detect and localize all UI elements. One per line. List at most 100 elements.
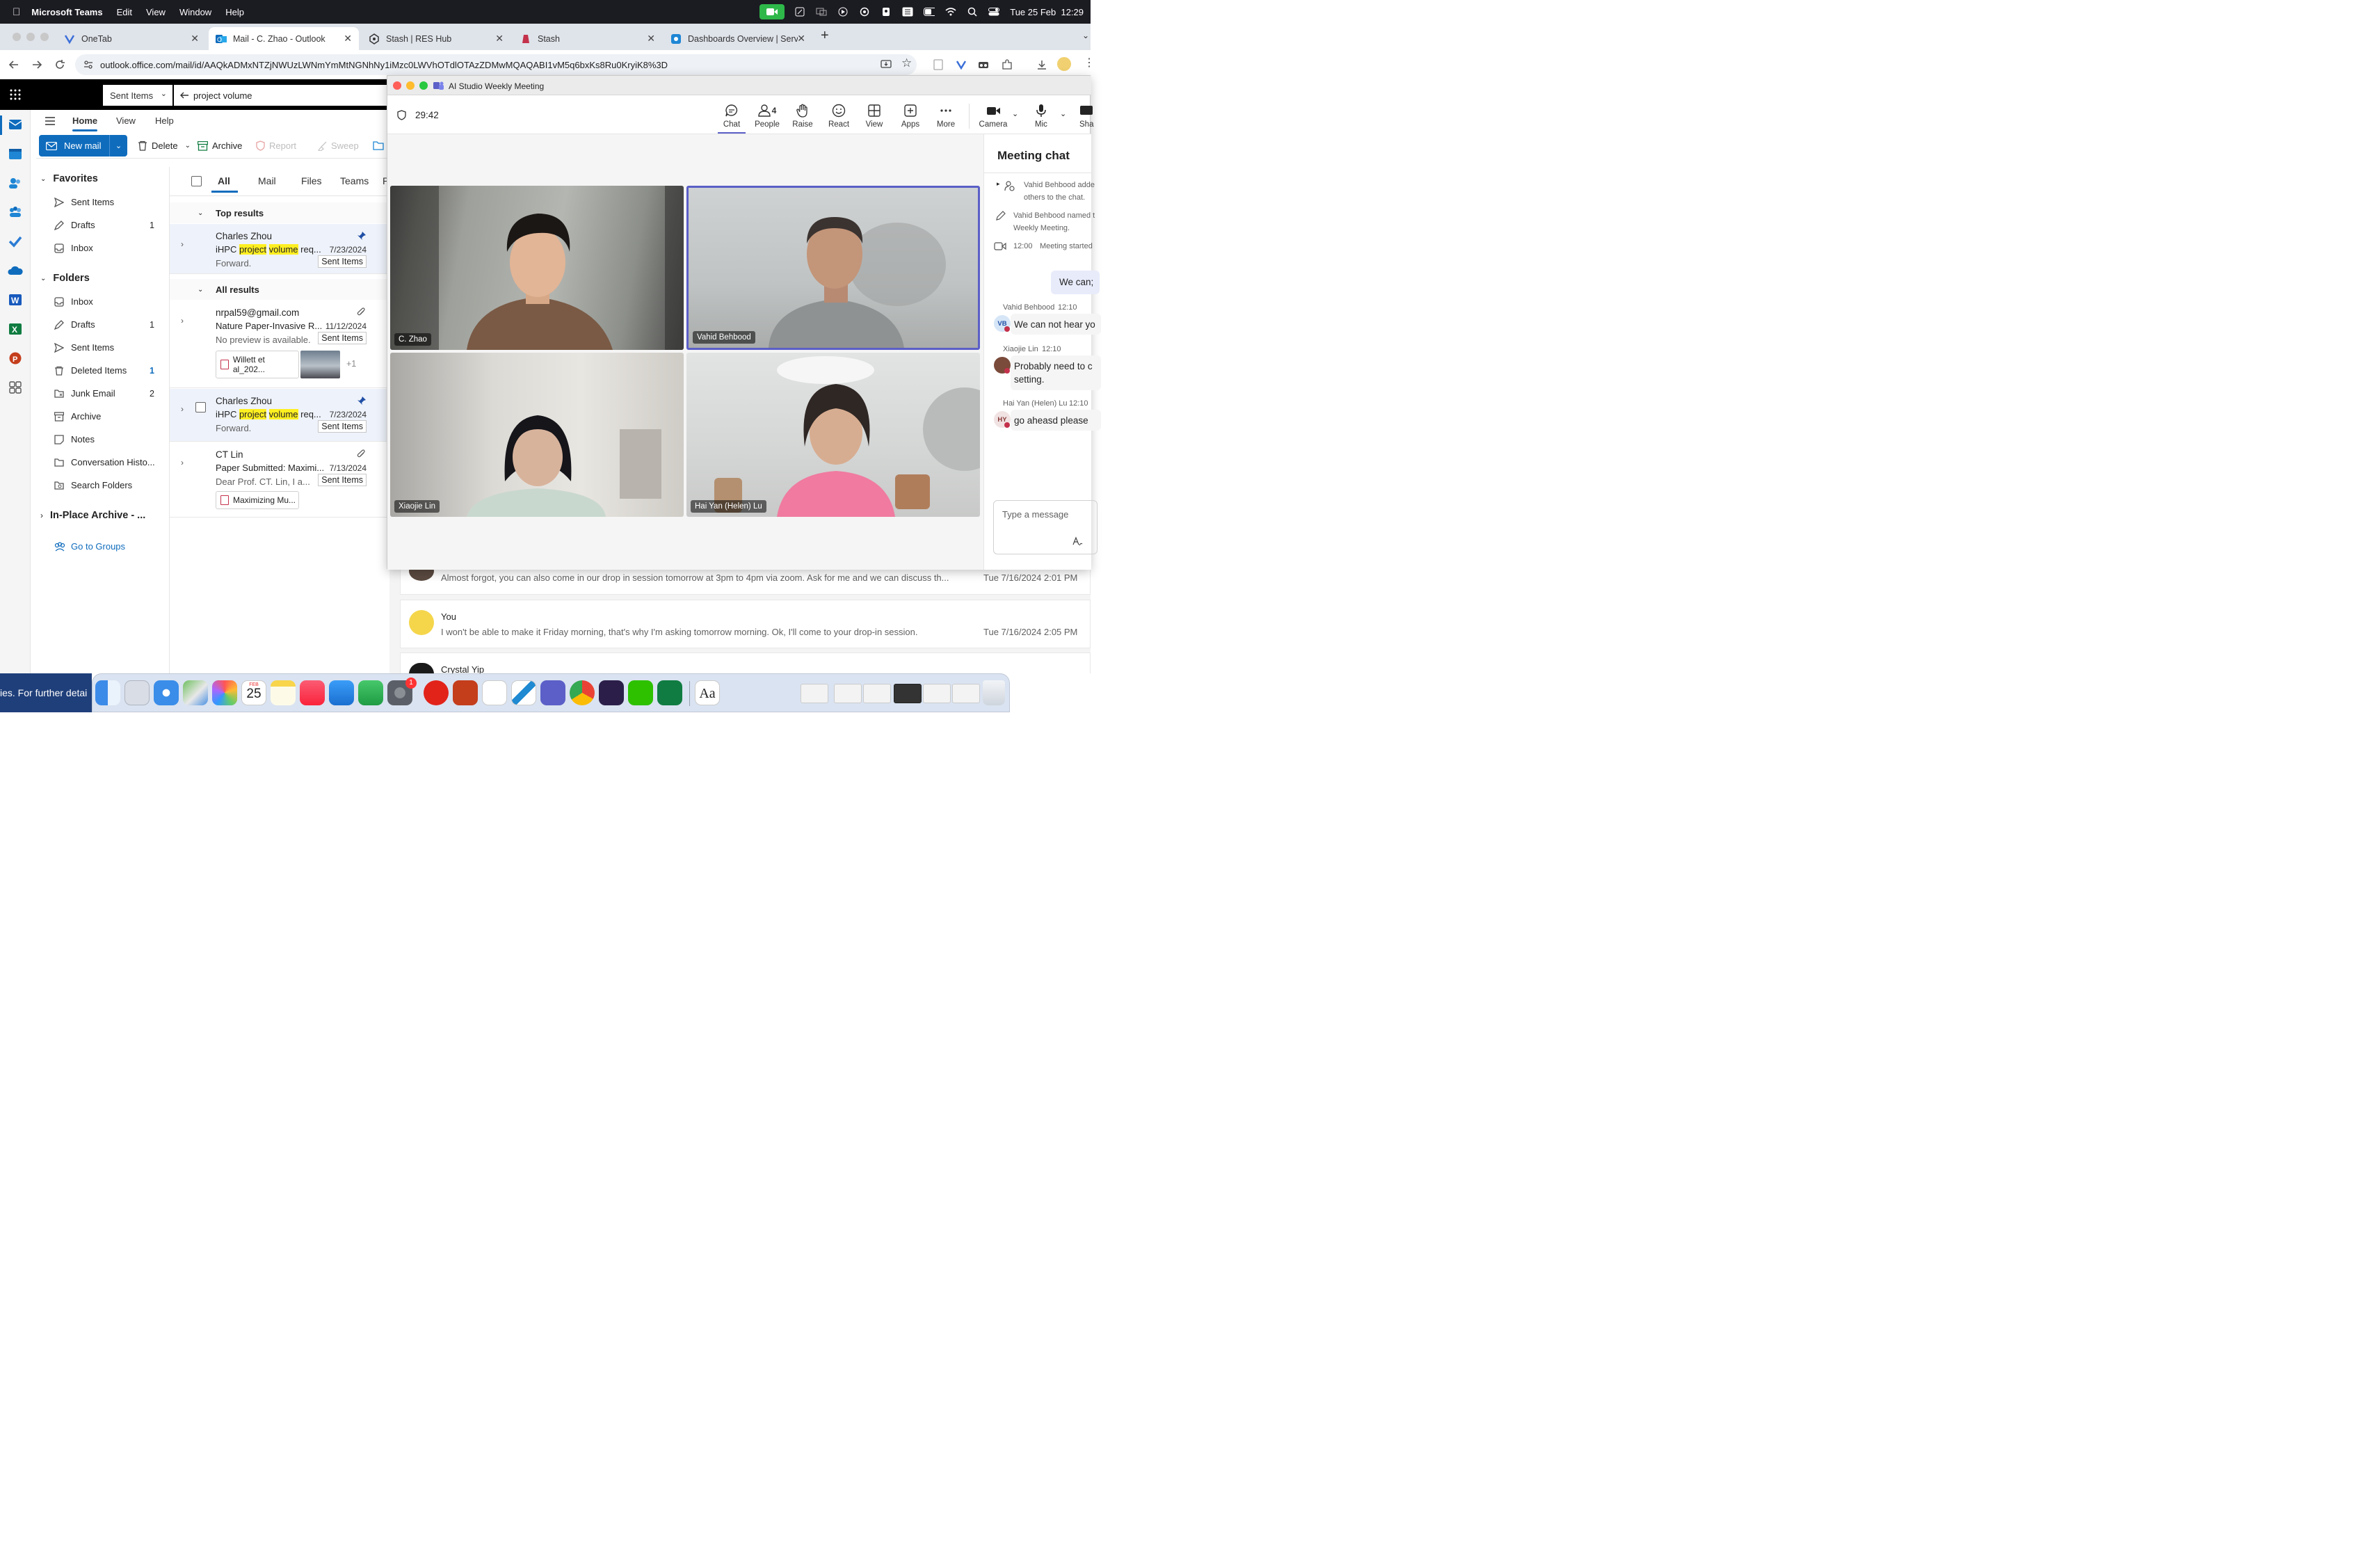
extensions-puzzle-icon[interactable] — [1002, 59, 1013, 70]
tab-all[interactable]: All — [218, 175, 230, 186]
delete-button[interactable]: Delete ⌄ — [138, 141, 191, 151]
spotlight-search-icon[interactable] — [967, 7, 978, 17]
tab-mail[interactable]: Mail — [258, 175, 276, 186]
top-results-header[interactable]: ⌄ Top results — [170, 202, 390, 223]
new-tab-icon[interactable]: + — [821, 28, 829, 44]
video-tile[interactable]: Xiaojie Lin — [390, 353, 684, 517]
message-row[interactable]: › Charles Zhou iHPC project volume req..… — [170, 224, 390, 274]
hamburger-menu-icon[interactable] — [45, 117, 56, 125]
close-tab-icon[interactable]: ✕ — [495, 33, 504, 45]
video-tile[interactable]: Hai Yan (Helen) Lu — [686, 353, 980, 517]
minimized-window-1[interactable] — [801, 684, 828, 703]
extension-v-icon[interactable] — [956, 59, 967, 70]
search-scope-select[interactable]: Sent Items ⌄ — [103, 85, 172, 106]
favorite-drafts[interactable]: Drafts 1 — [54, 220, 170, 230]
apps-button[interactable]: Apps — [894, 104, 926, 129]
folder-sent-items[interactable]: Sent Items — [54, 342, 170, 353]
expand-chevron-icon[interactable]: › — [181, 458, 184, 467]
extension-incognito-icon[interactable] — [978, 59, 989, 70]
minimized-window-2[interactable] — [834, 684, 862, 703]
input-method-icon[interactable] — [902, 7, 913, 17]
tab-teams[interactable]: Teams — [340, 175, 369, 186]
powerpoint-icon[interactable]: P — [8, 352, 22, 365]
expand-chevron-icon[interactable]: › — [181, 404, 184, 414]
favorite-sent-items[interactable]: Sent Items — [54, 197, 170, 207]
downloads-icon[interactable] — [1036, 59, 1047, 70]
close-window-button[interactable] — [393, 81, 401, 90]
more-apps-icon[interactable] — [8, 381, 22, 394]
tab-dashboards[interactable]: Dashboards Overview | Servic ✕ — [664, 27, 812, 50]
folder-drafts[interactable]: Drafts 1 — [54, 319, 170, 330]
excel-icon[interactable]: X — [8, 323, 22, 335]
notes-app-icon[interactable] — [271, 680, 296, 705]
close-tab-icon[interactable]: ✕ — [191, 33, 199, 45]
zoom-window-button[interactable] — [419, 81, 428, 90]
site-info-icon[interactable] — [83, 60, 93, 70]
tab-onetab[interactable]: OneTab ✕ — [57, 27, 206, 50]
dictionary-icon[interactable]: Aa — [695, 680, 720, 705]
reading-message-card[interactable]: You I won't be able to make it Friday mo… — [400, 600, 1091, 648]
folder-tag[interactable]: Sent Items — [318, 332, 367, 344]
in-place-archive-header[interactable]: › In-Place Archive - ... — [40, 510, 145, 521]
mic-options-chevron[interactable]: ⌄ — [1060, 109, 1066, 118]
folder-search-folders[interactable]: Search Folders — [54, 480, 170, 490]
obsidian-icon[interactable] — [599, 680, 624, 705]
message-row[interactable]: › Charles Zhou iHPC project volume req..… — [170, 389, 390, 442]
sweep-button[interactable]: Sweep — [317, 141, 359, 151]
pen-tool-icon[interactable] — [794, 7, 805, 17]
tab-search-icon[interactable]: ⌄ — [1082, 31, 1089, 40]
share-button[interactable]: Sha — [1069, 104, 1097, 129]
wifi-icon[interactable] — [945, 7, 956, 17]
safari-icon[interactable] — [154, 680, 179, 705]
attachment-thumbnail[interactable] — [300, 351, 340, 378]
menubar-view[interactable]: View — [146, 7, 166, 17]
todo-icon[interactable] — [8, 235, 22, 248]
url-bar[interactable]: outlook.office.com/mail/id/AAQkADMxNTZjN… — [75, 54, 917, 75]
camera-button[interactable]: Camera — [977, 104, 1009, 129]
folder-tag[interactable]: Sent Items — [318, 255, 367, 268]
view-button[interactable]: View — [858, 104, 890, 129]
trash-bin-icon[interactable] — [983, 680, 1005, 705]
reading-message-card[interactable]: Crystal Yip — [400, 652, 1091, 675]
message-row[interactable]: › nrpal59@gmail.com Nature Paper-Invasiv… — [170, 301, 390, 388]
close-tab-icon[interactable]: ✕ — [344, 33, 352, 45]
minimized-window-4[interactable] — [894, 684, 922, 703]
message-checkbox[interactable] — [195, 402, 206, 412]
finder-icon[interactable] — [95, 680, 120, 705]
search-input[interactable]: project volume — [174, 85, 389, 106]
pin-icon[interactable] — [357, 396, 367, 406]
archive-button[interactable]: Archive — [198, 141, 242, 151]
numbers-icon[interactable] — [358, 680, 383, 705]
menubar-app-name[interactable]: Microsoft Teams — [31, 7, 102, 17]
keynote-icon[interactable] — [329, 680, 354, 705]
camera-in-use-icon[interactable] — [759, 4, 785, 19]
back-arrow-icon[interactable] — [179, 90, 189, 100]
chevron-down-icon[interactable]: ⌄ — [185, 142, 191, 150]
ribbon-tab-home[interactable]: Home — [72, 115, 97, 126]
onedrive-icon[interactable] — [8, 266, 23, 275]
mail-icon[interactable] — [8, 118, 22, 131]
chat-button[interactable]: Chat — [716, 104, 748, 134]
teams-app-icon[interactable] — [540, 680, 565, 705]
bookmark-star-icon[interactable]: ☆ — [901, 56, 912, 70]
openai-icon[interactable] — [859, 7, 870, 17]
more-attachments-count[interactable]: +1 — [346, 359, 356, 369]
message-row[interactable]: › CT Lin Paper Submitted: Maximi... 7/13… — [170, 442, 390, 518]
message-input[interactable]: Type a message — [1002, 509, 1068, 520]
calendar-app-icon[interactable]: FEB 25 — [241, 680, 266, 705]
tab-stash-res-hub[interactable]: Stash | RES Hub ✕ — [362, 27, 510, 50]
attachment-chip[interactable]: Maximizing Mu... — [216, 491, 299, 509]
play-icon[interactable] — [837, 7, 849, 17]
compose-box[interactable]: Type a message — [993, 500, 1097, 554]
minimized-window-3[interactable] — [863, 684, 891, 703]
reload-icon[interactable] — [54, 59, 65, 70]
browser-menu-icon[interactable]: ⋮ — [1084, 56, 1095, 70]
system-settings-icon[interactable]: 1 — [387, 678, 417, 705]
attachment-chip[interactable]: Willett et al_202... — [216, 351, 299, 378]
user-badge-icon[interactable] — [881, 7, 892, 17]
format-text-icon[interactable] — [1072, 536, 1083, 547]
minimize-window-button[interactable] — [406, 81, 415, 90]
folder-notes[interactable]: Notes — [54, 434, 170, 444]
tab-stash[interactable]: Stash ✕ — [513, 27, 662, 50]
mic-button[interactable]: Mic — [1025, 104, 1057, 129]
